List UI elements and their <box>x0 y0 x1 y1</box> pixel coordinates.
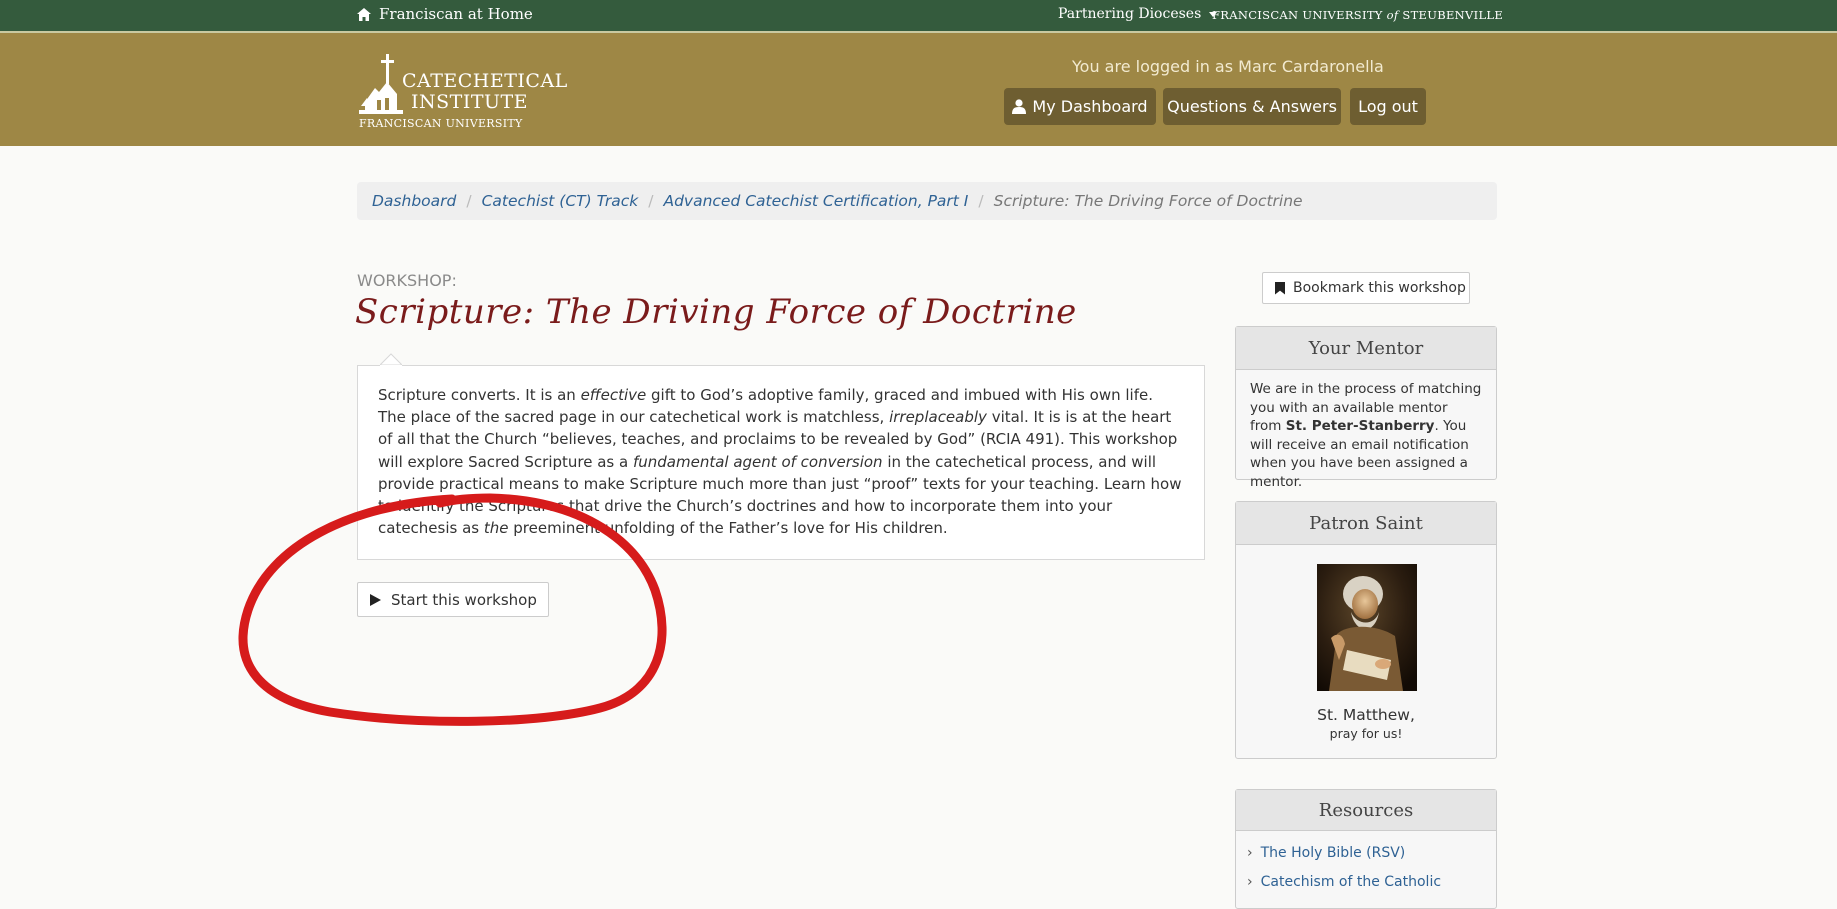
workshop-kicker: WORKSHOP: <box>357 271 457 290</box>
mentor-parish: St. Peter-Stanberry <box>1285 418 1435 434</box>
my-dashboard-label: My Dashboard <box>1032 97 1148 116</box>
breadcrumb-advanced-certification[interactable]: Advanced Catechist Certification, Part I <box>663 192 968 210</box>
saint-prayer: pray for us! <box>1329 726 1403 741</box>
logo-line-university: FRANCISCAN UNIVERSITY <box>359 117 523 130</box>
patron-saint-panel-title: Patron Saint <box>1236 502 1496 545</box>
resource-link-bible[interactable]: › The Holy Bible (RSV) <box>1247 845 1405 861</box>
mentor-panel-body: We are in the process of matching you wi… <box>1236 370 1496 501</box>
workshop-description: Scripture converts. It is an effective g… <box>357 365 1205 560</box>
home-icon <box>357 7 371 21</box>
saint-name: St. Matthew, <box>1317 706 1415 724</box>
franciscan-at-home-label: Franciscan at Home <box>379 5 533 23</box>
site-header <box>0 33 1837 146</box>
description-emphasis: the <box>483 519 509 538</box>
questions-answers-button[interactable]: Questions & Answers <box>1163 88 1341 125</box>
logged-in-status: You are logged in as Marc Cardaronella <box>1072 57 1384 76</box>
saint-portrait-image <box>1317 564 1417 691</box>
start-workshop-button[interactable]: Start this workshop <box>357 582 549 617</box>
description-pointer <box>380 353 402 375</box>
breadcrumb-current: Scripture: The Driving Force of Doctrine <box>993 192 1303 210</box>
chevron-right-icon: › <box>1247 845 1253 861</box>
description-text: preeminent unfolding of the Father’s lov… <box>508 519 948 538</box>
breadcrumb-separator: / <box>978 192 984 210</box>
breadcrumb-separator: / <box>648 192 654 210</box>
resources-panel: Resources › The Holy Bible (RSV) › Catec… <box>1235 789 1497 909</box>
breadcrumb-dashboard[interactable]: Dashboard <box>372 192 456 210</box>
breadcrumb-catechist-track[interactable]: Catechist (CT) Track <box>482 192 639 210</box>
resource-label: Catechism of the Catholic <box>1260 874 1442 890</box>
patron-saint-panel: Patron Saint St. Matthew, pray for us! <box>1235 501 1497 759</box>
logout-button[interactable]: Log out <box>1350 88 1426 125</box>
franciscan-at-home-link[interactable]: Franciscan at Home <box>357 5 533 23</box>
user-icon <box>1012 99 1027 114</box>
description-emphasis: effective <box>580 386 647 404</box>
description-text: Scripture converts. It is an <box>378 386 581 404</box>
resource-label: The Holy Bible (RSV) <box>1260 845 1406 861</box>
university-name: FRANCISCAN UNIVERSITY <box>1212 8 1383 22</box>
partnering-dioceses-label: Partnering Dioceses <box>1058 6 1202 22</box>
university-location: STEUBENVILLE <box>1402 8 1504 22</box>
play-icon <box>370 593 381 606</box>
my-dashboard-button[interactable]: My Dashboard <box>1004 88 1156 125</box>
bookmark-workshop-button[interactable]: Bookmark this workshop <box>1262 272 1470 304</box>
mentor-panel: Your Mentor We are in the process of mat… <box>1235 326 1497 490</box>
bookmark-label: Bookmark this workshop <box>1293 280 1466 296</box>
partnering-dioceses-dropdown[interactable]: Partnering Dioceses <box>1058 6 1218 22</box>
mentor-panel-title: Your Mentor <box>1236 327 1496 370</box>
breadcrumb: Dashboard / Catechist (CT) Track / Advan… <box>357 182 1497 220</box>
resource-link-catechism[interactable]: › Catechism of the Catholic <box>1247 874 1441 890</box>
description-emphasis: irreplaceably <box>889 408 987 427</box>
start-workshop-label: Start this workshop <box>391 590 537 609</box>
university-link[interactable]: FRANCISCAN UNIVERSITY of STEUBENVILLE <box>1212 8 1503 22</box>
university-of: of <box>1386 8 1399 22</box>
logo-line-catechetical: CATECHETICAL <box>402 70 568 92</box>
breadcrumb-separator: / <box>466 192 472 210</box>
logo-line-institute: INSTITUTE <box>411 91 529 113</box>
workshop-title: Scripture: The Driving Force of Doctrine <box>355 292 1077 332</box>
bookmark-icon <box>1275 281 1285 295</box>
top-bar: Franciscan at Home Partnering Dioceses F… <box>0 0 1837 33</box>
chevron-right-icon: › <box>1247 874 1253 890</box>
cross-church-logo-icon <box>359 54 403 114</box>
resources-panel-title: Resources <box>1236 790 1496 831</box>
description-emphasis: fundamental agent of conversion <box>632 452 883 471</box>
